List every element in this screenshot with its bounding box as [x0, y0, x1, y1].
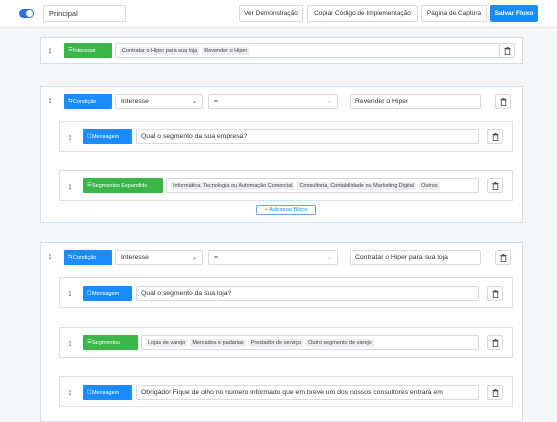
condition-operator-select[interactable]: = ⌄ — [208, 94, 338, 109]
chevron-down-icon: ⌄ — [326, 255, 332, 261]
message-text-input[interactable]: Qual o segmento da sua empresa? — [136, 129, 479, 144]
delete-block-button[interactable] — [487, 335, 503, 350]
message-tag-label: Mensagem — [92, 290, 120, 297]
delete-block-button[interactable] — [487, 385, 503, 400]
condition-block: ↕ ⇆ Condição Interesse ⌄ = ⌄ Revender o … — [40, 86, 523, 223]
variable-value: Interesse — [121, 98, 149, 105]
copy-code-button[interactable]: Copiar Código de Implementação — [307, 5, 418, 22]
option-chip: Mercados e padarias — [190, 338, 246, 347]
condition-value-input[interactable]: Revender o Hiper — [350, 94, 481, 109]
operator-value: = — [214, 254, 218, 261]
expanded-segments-tag-label: Segmentos Expandido — [92, 182, 148, 189]
trash-icon — [492, 338, 498, 347]
flow-active-toggle[interactable] — [19, 9, 34, 18]
option-chip: Informática, Tecnologia ou Automação Com… — [171, 181, 295, 190]
condition-tag: ⇆ Condição — [64, 250, 112, 265]
option-chip: Prestador de serviço — [248, 338, 304, 347]
message-text: Obrigado! Fique de olho no número inform… — [141, 389, 443, 396]
delete-block-button[interactable] — [487, 129, 503, 144]
list-icon: ☰ — [68, 47, 73, 53]
split-icon: ⇆ — [68, 98, 73, 104]
drag-handle-icon[interactable]: ↕ — [66, 132, 74, 142]
trash-icon — [492, 181, 498, 190]
condition-value: Revender o Hiper — [355, 98, 409, 105]
delete-block-button[interactable] — [487, 178, 503, 193]
drag-handle-icon[interactable]: ↕ — [46, 251, 54, 261]
expanded-segments-options-field[interactable]: Informática, Tecnologia ou Automação Com… — [166, 178, 479, 193]
message-tag: ◻ Mensagem — [83, 129, 132, 144]
condition-operator-select[interactable]: = ⌄ — [208, 250, 338, 265]
flow-name-input[interactable] — [43, 5, 126, 22]
list-icon: ☰ — [87, 339, 92, 345]
variable-value: Interesse — [121, 254, 149, 261]
condition-tag: ⇆ Condição — [64, 94, 112, 109]
condition-tag-label: Condição — [73, 254, 97, 261]
chat-icon: ◻ — [87, 389, 92, 395]
save-flow-button[interactable]: Salvar Fluxo — [490, 5, 538, 22]
trash-icon — [500, 253, 506, 262]
condition-value-input[interactable]: Contratar o Hiper para sua loja — [350, 250, 481, 265]
drag-handle-icon[interactable]: ↕ — [66, 387, 74, 397]
split-icon: ⇆ — [68, 254, 73, 260]
trash-icon — [504, 46, 510, 55]
message-tag-label: Mensagem — [92, 389, 120, 396]
segments-tag: ☰ Segmentos — [83, 335, 138, 350]
drag-handle-icon[interactable]: ↕ — [66, 338, 74, 348]
view-demo-button[interactable]: Ver Demonstração — [239, 5, 303, 22]
delete-block-button[interactable] — [495, 250, 511, 265]
option-chip: Revender o Hiper — [202, 46, 250, 55]
message-block: ↕ ◻ Mensagem Obrigado! Fique de olho no … — [59, 376, 513, 407]
condition-value: Contratar o Hiper para sua loja — [355, 254, 448, 261]
expanded-segments-tag: ☰ Segmentos Expandido — [83, 178, 163, 193]
expanded-segments-block: ↕ ☰ Segmentos Expandido Informática, Tec… — [59, 170, 513, 201]
interest-options-field[interactable]: Contratar o Hiper para sua loja Revender… — [115, 43, 500, 58]
trash-icon — [492, 132, 498, 141]
segments-tag-label: Segmentos — [92, 339, 120, 346]
message-text-input[interactable]: Qual o segmento da sua loja? — [136, 286, 479, 301]
capture-page-button[interactable]: Página de Captura — [421, 5, 487, 22]
top-toolbar: Ver Demonstração Copiar Código de Implem… — [0, 0, 557, 28]
message-text: Qual o segmento da sua empresa? — [141, 133, 248, 140]
interest-block: ↕ ☰ Interesse Contratar o Hiper para sua… — [40, 37, 523, 64]
option-chip: Contratar o Hiper para sua loja — [120, 46, 200, 55]
chat-icon: ◻ — [87, 290, 92, 296]
message-text-input[interactable]: Obrigado! Fique de olho no número inform… — [136, 385, 479, 400]
message-block: ↕ ◻ Mensagem Qual o segmento da sua loja… — [59, 277, 513, 308]
message-tag: ◻ Mensagem — [83, 286, 132, 301]
message-block: ↕ ◻ Mensagem Qual o segmento da sua empr… — [59, 121, 513, 152]
message-text: Qual o segmento da sua loja? — [141, 290, 232, 297]
condition-block: ↕ ⇆ Condição Interesse ⌄ = ⌄ Contratar o… — [40, 242, 523, 422]
message-tag: ◻ Mensagem — [83, 385, 132, 400]
option-chip: Consultoria, Contabilidade ou Marketing … — [297, 181, 417, 190]
drag-handle-icon[interactable]: ↕ — [46, 95, 54, 105]
condition-variable-select[interactable]: Interesse ⌄ — [115, 250, 203, 265]
chevron-down-icon: ⌄ — [191, 255, 197, 261]
list-icon: ☰ — [87, 182, 92, 188]
operator-value: = — [214, 98, 218, 105]
segments-block: ↕ ☰ Segmentos Lojas de varejo Mercados e… — [59, 327, 513, 358]
segments-options-field[interactable]: Lojas de varejo Mercados e padarias Pres… — [141, 335, 479, 350]
add-block-button[interactable]: + Adicionar Bloco — [256, 205, 316, 215]
condition-tag-label: Condição — [73, 98, 97, 105]
option-chip: Lojas de varejo — [146, 338, 188, 347]
condition-variable-select[interactable]: Interesse ⌄ — [115, 94, 203, 109]
trash-icon — [492, 388, 498, 397]
chevron-down-icon: ⌄ — [191, 99, 197, 105]
drag-handle-icon[interactable]: ↕ — [46, 45, 54, 55]
trash-icon — [492, 289, 498, 298]
option-chip: Outro segmento de varejo — [306, 338, 374, 347]
drag-handle-icon[interactable]: ↕ — [66, 288, 74, 298]
trash-icon — [500, 97, 506, 106]
interest-tag: ☰ Interesse — [64, 43, 112, 58]
delete-block-button[interactable] — [499, 43, 515, 58]
drag-handle-icon[interactable]: ↕ — [66, 181, 74, 191]
chat-icon: ◻ — [87, 133, 92, 139]
chevron-down-icon: ⌄ — [326, 99, 332, 105]
option-chip: Outros — [419, 181, 440, 190]
delete-block-button[interactable] — [495, 94, 511, 109]
delete-block-button[interactable] — [487, 286, 503, 301]
interest-tag-label: Interesse — [73, 47, 96, 54]
message-tag-label: Mensagem — [92, 133, 120, 140]
